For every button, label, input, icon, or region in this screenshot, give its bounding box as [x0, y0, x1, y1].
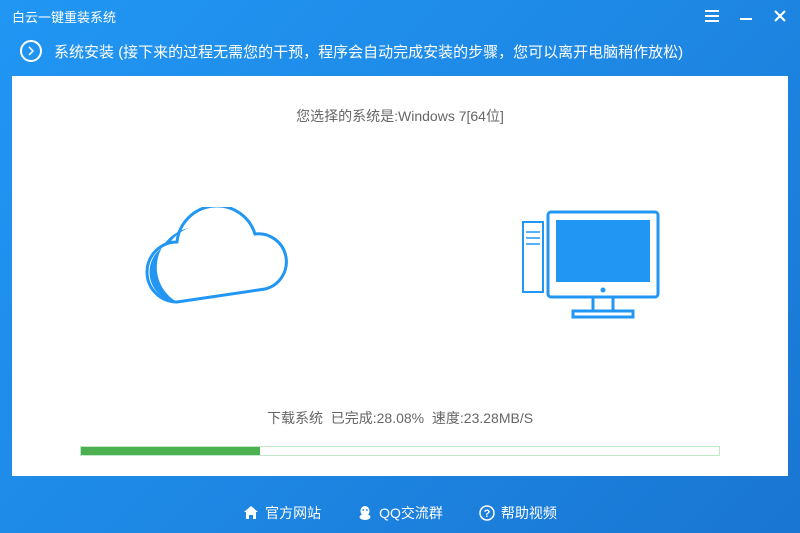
step-title: 系统安装 (接下来的过程无需您的干预，程序会自动完成安装的步骤，您可以离开电脑稍… [54, 41, 683, 62]
svg-text:?: ? [484, 508, 491, 520]
step-label: 系统安装 [54, 44, 114, 61]
official-website-link[interactable]: 官方网站 [243, 503, 321, 523]
window-controls [704, 8, 788, 24]
download-label: 下载系统 [267, 410, 323, 426]
progress-status-text: 下载系统 已完成:28.08% 速度:23.28MB/S [267, 408, 533, 428]
graphic-row [52, 156, 748, 378]
completed-value: 28.08% [377, 410, 424, 426]
speed-value: 23.28MB/S [464, 410, 533, 426]
qq-label: QQ交流群 [379, 503, 443, 523]
website-label: 官方网站 [265, 503, 321, 523]
footer: 官方网站 QQ交流群 ? 帮助视频 [0, 493, 800, 533]
menu-icon[interactable] [704, 8, 720, 24]
selected-system-text: 您选择的系统是:Windows 7[64位] [296, 106, 504, 126]
titlebar: 白云一键重装系统 [0, 0, 800, 32]
completed-label: 已完成: [331, 410, 377, 426]
step-hint: (接下来的过程无需您的干预，程序会自动完成安装的步骤，您可以离开电脑稍作放松) [118, 44, 683, 61]
help-label: 帮助视频 [501, 503, 557, 523]
main-panel: 您选择的系统是:Windows 7[64位] 下载系统 已完成:28.08% 速… [12, 76, 788, 476]
home-icon [243, 505, 259, 521]
close-icon[interactable] [772, 8, 788, 24]
qq-icon [357, 505, 373, 521]
step-header: 系统安装 (接下来的过程无需您的干预，程序会自动完成安装的步骤，您可以离开电脑稍… [0, 32, 800, 76]
computer-icon [508, 202, 668, 332]
progress-fill [81, 447, 260, 455]
progress-bar [80, 446, 720, 456]
help-icon: ? [479, 505, 495, 521]
qq-group-link[interactable]: QQ交流群 [357, 503, 443, 523]
app-title: 白云一键重装系统 [12, 7, 116, 26]
cloud-icon [132, 207, 312, 327]
help-video-link[interactable]: ? 帮助视频 [479, 503, 557, 523]
speed-label: 速度: [432, 410, 464, 426]
minimize-icon[interactable] [738, 8, 754, 24]
selected-prefix: 您选择的系统是: [296, 108, 398, 124]
step-indicator-icon [20, 40, 42, 62]
selected-os-value: Windows 7[64位] [398, 108, 504, 124]
